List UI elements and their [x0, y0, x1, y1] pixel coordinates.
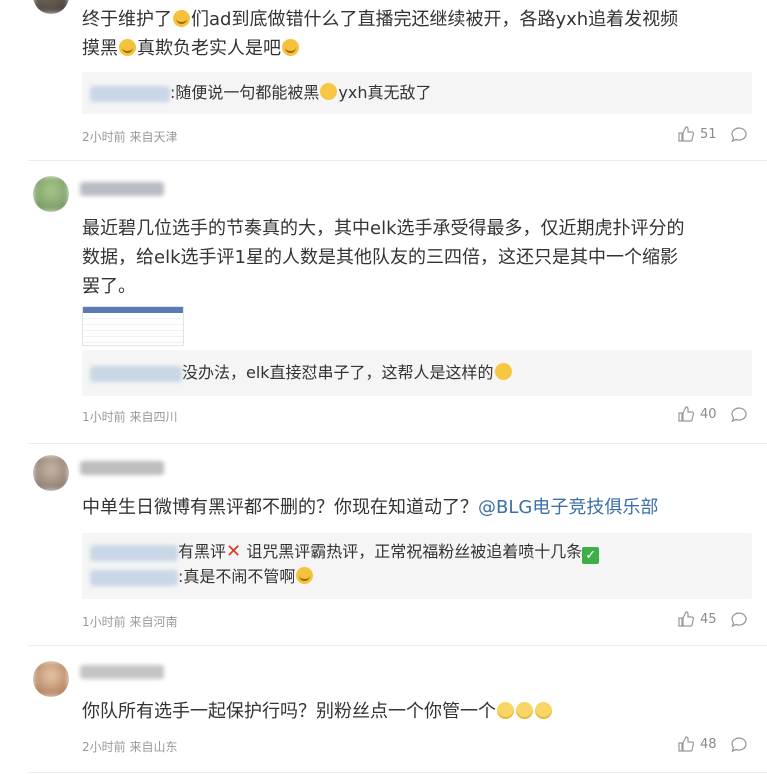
avatar[interactable]: [33, 661, 69, 697]
like-button[interactable]: 51: [678, 126, 717, 142]
like-button[interactable]: 45: [678, 611, 717, 627]
comment-reply-icon[interactable]: [730, 406, 748, 424]
like-count: 51: [700, 126, 717, 142]
avatar[interactable]: [33, 0, 69, 14]
comment-3: 中单生日微博有黑评都不删的？你现在知道动了？@BLG电子竞技俱乐部 有黑评✕ 诅…: [0, 443, 767, 645]
comment-meta: 1小时前 来自河南: [82, 615, 178, 629]
crying-emoji-icon: [119, 39, 136, 56]
comment-text: 中单生日微博有黑评都不删的？你现在知道动了？@BLG电子竞技俱乐部: [82, 497, 659, 518]
comment-meta: 2小时前 来自山东: [82, 740, 178, 754]
sweat-smile-emoji-icon: [494, 363, 512, 380]
comment-text-line3: 罢了。: [82, 276, 136, 297]
comment-text-line2: 数据，给elk选手评1星的人数是其他队友的三四倍，这还只是其中一个缩影: [82, 247, 678, 268]
reply-text: 有黑评: [178, 542, 227, 561]
comment-text: 终于维护了 们ad到底做错什么了直播完还继续被开，各路yxh追着发视频: [82, 9, 679, 30]
reply-username[interactable]: [90, 85, 170, 102]
crying-emoji-icon: [282, 39, 299, 56]
crying-emoji-icon: [296, 567, 314, 584]
comment-meta: 2小时前 来自天津: [82, 130, 178, 144]
reply-text-tail: yxh真无敌了: [338, 83, 432, 102]
reply-box[interactable]: :随便说一句都能被黑 yxh真无敌了: [82, 72, 752, 114]
username[interactable]: [80, 461, 164, 475]
like-count: 48: [700, 736, 717, 752]
like-count: 40: [700, 406, 717, 422]
divider: [28, 772, 767, 773]
flushed-emoji-icon: [535, 702, 552, 719]
flushed-emoji-icon: [516, 702, 533, 719]
comment-text: 最近碧几位选手的节奏真的大，其中elk选手承受得最多，仅近期虎扑评分的: [82, 218, 685, 239]
username[interactable]: [80, 665, 164, 679]
reply-text-tail: 诅咒黑评霸热评，正常祝福粉丝被追着喷十几条: [241, 542, 583, 561]
comment-text-line2: 摸黑 真欺负老实人是吧: [82, 34, 747, 63]
like-count: 45: [700, 611, 717, 627]
username[interactable]: [80, 182, 164, 196]
reply-text: :随便说一句都能被黑: [170, 83, 320, 102]
comment-reply-icon[interactable]: [730, 126, 748, 144]
reply-box[interactable]: 没办法，elk直接怼串子了，这帮人是这样的: [82, 350, 752, 396]
reply-text: :真是不闹不管啊: [178, 567, 296, 586]
flushed-emoji-icon: [497, 702, 514, 719]
crying-emoji-icon: [173, 10, 190, 27]
comment-reply-icon[interactable]: [730, 611, 748, 629]
reply-username[interactable]: [90, 569, 178, 586]
avatar[interactable]: [33, 176, 69, 212]
comment-meta: 1小时前 来自四川: [82, 410, 178, 424]
reply-username[interactable]: [90, 544, 178, 561]
avatar[interactable]: [33, 455, 69, 491]
red-x-icon: ✕: [226, 541, 242, 562]
like-button[interactable]: 48: [678, 736, 717, 752]
mention-link[interactable]: @BLG电子竞技俱乐部: [478, 497, 658, 518]
reply-text: 没办法，elk直接怼串子了，这帮人是这样的: [182, 363, 494, 382]
thumbs-up-icon: [678, 406, 694, 422]
thumbs-up-icon: [678, 126, 694, 142]
comment-4: 你队所有选手一起保护行吗？别粉丝点一个你管一个 2小时前 来自山东 48: [0, 645, 767, 775]
thumbs-up-icon: [678, 736, 694, 752]
thumbs-up-icon: [678, 611, 694, 627]
comment-1: 终于维护了 们ad到底做错什么了直播完还继续被开，各路yxh追着发视频 摸黑 真欺负…: [0, 0, 767, 160]
comment-text: 你队所有选手一起保护行吗？别粉丝点一个你管一个: [82, 697, 747, 726]
check-mark-icon: ✓: [582, 547, 600, 564]
comment-2: 最近碧几位选手的节奏真的大，其中elk选手承受得最多，仅近期虎扑评分的 数据，给…: [0, 160, 767, 443]
attached-image[interactable]: [82, 306, 184, 346]
reply-username[interactable]: [90, 365, 182, 382]
grin-emoji-icon: [320, 83, 338, 100]
like-button[interactable]: 40: [678, 406, 717, 422]
comment-reply-icon[interactable]: [730, 736, 748, 754]
reply-box[interactable]: 有黑评✕ 诅咒黑评霸热评，正常祝福粉丝被追着喷十几条 ✓ :真是不闹不管啊: [82, 533, 752, 599]
